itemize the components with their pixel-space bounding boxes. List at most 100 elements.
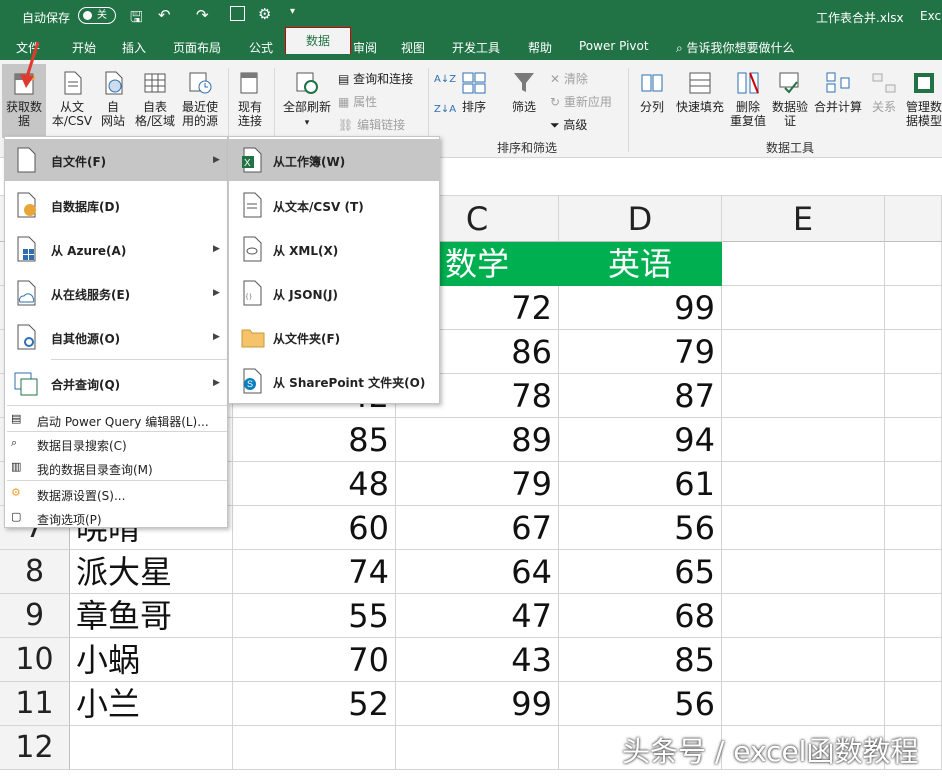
table-cell[interactable] bbox=[885, 462, 942, 506]
submenu-item-from-text-csv[interactable]: 从文本/CSV (T) bbox=[229, 183, 439, 227]
table-cell[interactable] bbox=[722, 286, 885, 330]
data-validation-button[interactable]: 数据验 证 bbox=[770, 70, 810, 128]
tab-help[interactable]: 帮助 bbox=[528, 39, 552, 56]
table-cell[interactable] bbox=[722, 242, 885, 286]
table-cell[interactable]: 48 bbox=[233, 462, 396, 506]
row-header[interactable]: 9 bbox=[0, 594, 70, 638]
manage-data-model-button[interactable]: 管理数 据模型 bbox=[904, 70, 942, 128]
table-cell[interactable]: 英语 bbox=[559, 242, 722, 286]
tab-view[interactable]: 视图 bbox=[401, 39, 425, 56]
table-cell[interactable] bbox=[722, 330, 885, 374]
table-cell[interactable] bbox=[722, 374, 885, 418]
filter-button[interactable]: 筛选 bbox=[506, 70, 542, 114]
table-cell[interactable]: 67 bbox=[396, 506, 559, 550]
table-cell[interactable]: 94 bbox=[559, 418, 722, 462]
sort-button[interactable]: 排序 bbox=[458, 70, 490, 114]
table-cell[interactable]: 60 bbox=[233, 506, 396, 550]
advanced-button[interactable]: ⏷ 高级 bbox=[550, 116, 587, 133]
table-cell[interactable]: 68 bbox=[559, 594, 722, 638]
table-cell[interactable]: 65 bbox=[559, 550, 722, 594]
table-cell[interactable] bbox=[885, 638, 942, 682]
sort-descending-button[interactable]: Z↓A bbox=[434, 104, 456, 115]
menu-item-from-database[interactable]: 自数据库(D) bbox=[5, 183, 227, 227]
table-cell[interactable] bbox=[885, 682, 942, 726]
submenu-item-from-xml[interactable]: 从 XML(X) bbox=[229, 227, 439, 271]
menu-item-data-source-settings[interactable]: ⚙ 数据源设置(S)... bbox=[5, 483, 227, 505]
table-cell[interactable]: 99 bbox=[396, 682, 559, 726]
menu-item-my-catalog-queries[interactable]: ▥ 我的数据目录查询(M) bbox=[5, 457, 227, 479]
table-cell[interactable] bbox=[722, 418, 885, 462]
submenu-item-from-folder[interactable]: 从文件夹(F) bbox=[229, 315, 439, 359]
column-header-f[interactable] bbox=[885, 196, 942, 242]
row-header[interactable]: 12 bbox=[0, 726, 70, 770]
table-cell[interactable]: 52 bbox=[233, 682, 396, 726]
form-icon[interactable] bbox=[230, 6, 245, 21]
table-cell[interactable] bbox=[885, 418, 942, 462]
table-cell[interactable] bbox=[885, 594, 942, 638]
tab-power-pivot[interactable]: Power Pivot bbox=[579, 39, 649, 53]
table-cell[interactable]: 56 bbox=[559, 506, 722, 550]
table-cell[interactable]: 61 bbox=[559, 462, 722, 506]
customize-qat-icon[interactable]: ▾ bbox=[290, 6, 295, 17]
column-header-d[interactable]: D bbox=[559, 196, 722, 242]
table-cell[interactable] bbox=[885, 374, 942, 418]
flash-fill-button[interactable]: 快速填充 bbox=[672, 70, 728, 114]
refresh-all-button[interactable]: 全部刷新 ▾ bbox=[280, 70, 334, 130]
table-cell[interactable] bbox=[722, 550, 885, 594]
tab-data[interactable]: 数据 bbox=[285, 27, 351, 54]
row-header[interactable]: 11 bbox=[0, 682, 70, 726]
table-cell[interactable]: 87 bbox=[559, 374, 722, 418]
remove-duplicates-button[interactable]: 删除 重复值 bbox=[728, 70, 768, 128]
tab-review[interactable]: 审阅 bbox=[353, 39, 377, 56]
queries-connections-button[interactable]: ▤ 查询和连接 bbox=[338, 70, 413, 87]
camera-icon[interactable]: ⚙ bbox=[258, 5, 271, 23]
submenu-item-from-workbook[interactable]: X 从工作簿(W) bbox=[229, 139, 439, 181]
row-header[interactable]: 8 bbox=[0, 550, 70, 594]
table-cell[interactable]: 小蜗 bbox=[70, 638, 233, 682]
tell-me-box[interactable]: ⌕ 告诉我你想要做什么 bbox=[676, 39, 795, 56]
row-header[interactable]: 10 bbox=[0, 638, 70, 682]
table-cell[interactable] bbox=[396, 726, 559, 770]
table-cell[interactable] bbox=[70, 726, 233, 770]
clear-button[interactable]: ✕ 清除 bbox=[550, 70, 588, 87]
table-cell[interactable] bbox=[885, 330, 942, 374]
undo-icon[interactable]: ↶ bbox=[158, 6, 171, 24]
table-cell[interactable]: 64 bbox=[396, 550, 559, 594]
table-cell[interactable]: 56 bbox=[559, 682, 722, 726]
edit-links-button[interactable]: ⛓ 编辑链接 bbox=[338, 116, 405, 133]
table-cell[interactable]: 89 bbox=[396, 418, 559, 462]
text-to-columns-button[interactable]: 分列 bbox=[634, 70, 670, 114]
table-cell[interactable] bbox=[885, 506, 942, 550]
table-cell[interactable] bbox=[722, 462, 885, 506]
menu-item-from-file[interactable]: 自文件(F) ▶ bbox=[5, 139, 227, 181]
autosave-toggle[interactable]: 关 bbox=[78, 7, 116, 24]
reapply-button[interactable]: ↻ 重新应用 bbox=[550, 93, 612, 110]
table-cell[interactable]: 小兰 bbox=[70, 682, 233, 726]
table-cell[interactable] bbox=[722, 506, 885, 550]
table-cell[interactable] bbox=[885, 550, 942, 594]
table-cell[interactable] bbox=[722, 638, 885, 682]
table-cell[interactable]: 74 bbox=[233, 550, 396, 594]
submenu-item-from-json[interactable]: { } 从 JSON(J) bbox=[229, 271, 439, 315]
redo-icon[interactable]: ↷ bbox=[196, 6, 209, 24]
save-icon[interactable]: 🖫 bbox=[130, 7, 143, 32]
table-cell[interactable] bbox=[885, 286, 942, 330]
menu-item-online-services[interactable]: 从在线服务(E) ▶ bbox=[5, 271, 227, 315]
column-header-e[interactable]: E bbox=[722, 196, 885, 242]
menu-item-catalog-search[interactable]: ⌕ 数据目录搜索(C) bbox=[5, 433, 227, 455]
table-cell[interactable] bbox=[722, 682, 885, 726]
tab-developer[interactable]: 开发工具 bbox=[452, 39, 500, 56]
table-cell[interactable]: 85 bbox=[559, 638, 722, 682]
table-cell[interactable]: 70 bbox=[233, 638, 396, 682]
table-cell[interactable]: 55 bbox=[233, 594, 396, 638]
sort-ascending-button[interactable]: A↓Z bbox=[434, 74, 456, 85]
table-cell[interactable]: 99 bbox=[559, 286, 722, 330]
menu-item-from-azure[interactable]: 从 Azure(A) ▶ bbox=[5, 227, 227, 271]
menu-item-combine-queries[interactable]: 合并查询(Q) ▶ bbox=[5, 361, 227, 405]
submenu-item-from-sharepoint[interactable]: S 从 SharePoint 文件夹(O) bbox=[229, 359, 439, 403]
table-cell[interactable] bbox=[722, 594, 885, 638]
table-cell[interactable]: 79 bbox=[559, 330, 722, 374]
table-cell[interactable]: 派大星 bbox=[70, 550, 233, 594]
menu-item-launch-power-query[interactable]: ▤ 启动 Power Query 编辑器(L)... bbox=[5, 409, 227, 431]
table-cell[interactable] bbox=[885, 242, 942, 286]
